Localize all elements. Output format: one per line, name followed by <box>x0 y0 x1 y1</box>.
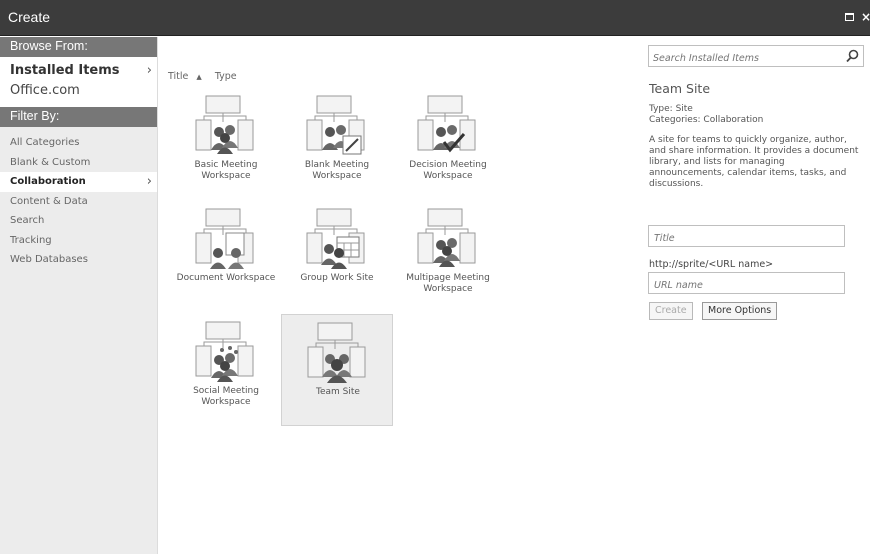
browse-item-label: Installed Items <box>10 63 120 78</box>
filter-item-all-categories[interactable]: All Categories <box>0 133 157 153</box>
filter-item-blank-custom[interactable]: Blank & Custom <box>0 153 157 173</box>
browse-item-label: Office.com <box>10 83 80 98</box>
maximize-icon[interactable] <box>843 11 855 23</box>
multipage-people-icon <box>417 208 476 267</box>
meeting-pencil-icon <box>306 95 365 155</box>
filter-item-label: Web Databases <box>10 254 88 265</box>
chevron-right-icon: › <box>146 63 152 78</box>
more-options-button[interactable]: More Options <box>702 302 778 320</box>
search-box <box>648 45 864 69</box>
filter-item-label: All Categories <box>10 137 80 148</box>
template-label: Team Site <box>316 387 360 397</box>
filter-list: All Categories Blank & Custom Collaborat… <box>0 127 157 276</box>
document-people-icon <box>195 208 254 269</box>
browse-from-heading: Browse From: <box>0 37 157 57</box>
url-name-input[interactable] <box>649 275 844 296</box>
detail-description: A site for teams to quickly organize, au… <box>649 135 859 189</box>
meeting-people-icon <box>195 95 254 154</box>
filter-item-label: Tracking <box>10 234 52 246</box>
filter-item-label: Blank & Custom <box>10 156 91 168</box>
filter-item-web-databases[interactable]: Web Databases <box>0 250 157 270</box>
filter-item-label: Collaboration <box>10 176 86 187</box>
template-label: Social Meeting Workspace <box>193 386 259 407</box>
close-icon[interactable]: × <box>860 11 870 23</box>
meeting-check-icon <box>417 95 476 153</box>
url-field <box>648 272 845 296</box>
social-people-icon <box>195 321 254 382</box>
browse-item-office-com[interactable]: Office.com <box>0 81 157 101</box>
filter-item-content-data[interactable]: Content & Data <box>0 192 157 212</box>
title-input[interactable] <box>649 228 844 249</box>
team-site-icon <box>307 322 366 383</box>
group-calendar-icon <box>306 208 365 269</box>
sidebar: Browse From: Installed Items › Office.co… <box>0 37 158 554</box>
template-label: Group Work Site <box>300 273 374 283</box>
filter-by-heading: Filter By: <box>0 107 157 127</box>
browse-item-installed-items[interactable]: Installed Items › <box>0 61 157 81</box>
template-tile[interactable]: Decision Meeting Workspace <box>392 88 504 200</box>
template-tile-selected[interactable]: Team Site <box>281 314 393 426</box>
filter-item-label: Content & Data <box>10 195 88 207</box>
template-label: Decision Meeting Workspace <box>409 160 487 181</box>
dialog-title-bar: Create × <box>0 0 870 36</box>
dialog-title: Create <box>8 9 51 25</box>
template-tile[interactable]: Basic Meeting Workspace <box>170 88 282 200</box>
template-tile[interactable]: Blank Meeting Workspace <box>281 88 393 200</box>
template-tile[interactable]: Document Workspace <box>170 201 282 313</box>
create-button[interactable]: Create <box>649 302 693 320</box>
url-prefix: http://sprite/<URL name> <box>649 259 774 270</box>
sort-ascending-icon: ▲ <box>196 73 202 81</box>
filter-item-search[interactable]: Search <box>0 211 157 231</box>
search-input[interactable] <box>649 48 839 69</box>
search-icon[interactable] <box>846 49 859 63</box>
chevron-right-icon: › <box>146 174 152 189</box>
sort-bar: Title ▲ Type <box>168 71 242 82</box>
template-tile[interactable]: Social Meeting Workspace <box>170 314 282 426</box>
sort-title-label: Title <box>168 71 189 82</box>
filter-item-label: Search <box>10 215 45 226</box>
template-label: Basic Meeting Workspace <box>194 160 258 181</box>
detail-type: Type: Site <box>649 104 693 114</box>
title-field <box>648 225 845 249</box>
template-tile[interactable]: Multipage Meeting Workspace <box>392 201 504 313</box>
filter-item-collaboration[interactable]: Collaboration › <box>0 172 157 192</box>
detail-categories: Categories: Collaboration <box>649 115 764 125</box>
template-label: Multipage Meeting Workspace <box>406 273 490 294</box>
detail-meta: Type: Site Categories: Collaboration <box>649 104 763 126</box>
template-tile[interactable]: Group Work Site <box>281 201 393 313</box>
template-label: Blank Meeting Workspace <box>304 160 370 181</box>
filter-item-tracking[interactable]: Tracking <box>0 231 157 251</box>
sort-by-type[interactable]: Type <box>215 71 237 82</box>
sort-by-title[interactable]: Title ▲ <box>168 71 207 82</box>
template-label: Document Workspace <box>176 273 276 283</box>
detail-title: Team Site <box>649 81 711 96</box>
browse-from-list: Installed Items › Office.com <box>0 57 157 107</box>
